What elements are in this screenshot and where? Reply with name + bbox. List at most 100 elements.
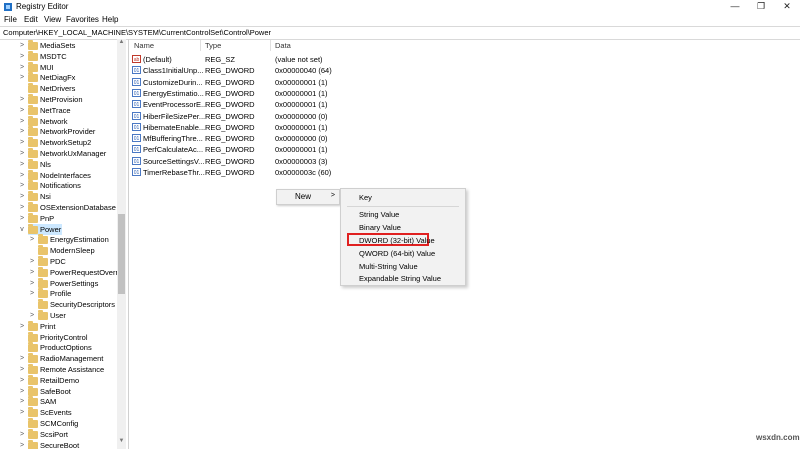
tree-item[interactable]: > SecureBoot (0, 439, 116, 449)
value-row[interactable]: 01 SourceSettingsV... REG_DWORD 0x00000003 … (130, 156, 350, 167)
tree-item[interactable]: > NetTrace (0, 104, 116, 116)
tree-item[interactable]: > ScsiPort (0, 428, 116, 440)
tree-item[interactable]: > RetailDemo (0, 374, 116, 386)
tree-item[interactable]: > PDC (0, 256, 116, 267)
expand-chevron-right-icon[interactable]: > (18, 353, 26, 364)
expand-chevron-right-icon[interactable]: > (18, 440, 26, 449)
expand-chevron-right-icon[interactable]: > (18, 40, 26, 51)
column-separator[interactable] (200, 40, 201, 51)
tree-item[interactable]: > MediaSets (0, 40, 116, 51)
expand-chevron-right-icon[interactable]: > (18, 137, 26, 148)
expand-chevron-right-icon[interactable]: > (18, 396, 26, 407)
tree-item[interactable]: ModernSleep (0, 245, 116, 256)
address-bar[interactable]: Computer\HKEY_LOCAL_MACHINE\SYSTEM\Curre… (0, 26, 800, 40)
expand-chevron-right-icon[interactable]: > (18, 170, 26, 181)
value-row[interactable]: 01 HibernateEnable... REG_DWORD 0x00000001 … (130, 122, 350, 133)
menu-edit[interactable]: Edit (24, 15, 38, 24)
expand-chevron-right-icon[interactable]: > (28, 310, 36, 321)
expand-chevron-right-icon[interactable]: > (28, 278, 36, 289)
tree-item[interactable]: > MUI (0, 61, 116, 73)
tree-item[interactable]: > Nsi (0, 191, 116, 202)
tree-item[interactable]: > EnergyEstimation (0, 234, 116, 245)
tree-item[interactable]: > NetworkUxManager (0, 148, 116, 159)
column-header-type[interactable]: Type (205, 41, 221, 50)
tree-item[interactable]: v Power (20, 223, 62, 235)
tree-item[interactable]: > NodeInterfaces (0, 169, 116, 181)
expand-chevron-right-icon[interactable]: > (18, 213, 26, 224)
tree-item[interactable]: > Print (0, 320, 116, 332)
menu-view[interactable]: View (44, 15, 61, 24)
restore-button[interactable]: ❐ (748, 0, 774, 14)
expand-chevron-right-icon[interactable]: > (18, 72, 26, 83)
tree-item[interactable]: > User (0, 310, 116, 321)
menu-favorites[interactable]: Favorites (66, 15, 99, 24)
tree-item[interactable]: > OSExtensionDatabase (0, 202, 116, 213)
tree-item[interactable]: > PnP (0, 212, 116, 224)
menu-item-dword-value[interactable]: DWORD (32-bit) Value (359, 236, 435, 245)
tree-item[interactable]: > MSDTC (0, 50, 116, 62)
value-row[interactable]: 01 EnergyEstimatio... REG_DWORD 0x00000001 … (130, 88, 350, 99)
menu-item-qword-value[interactable]: QWORD (64-bit) Value (359, 249, 435, 258)
expand-chevron-right-icon[interactable]: > (18, 126, 26, 137)
menu-item-string-value[interactable]: String Value (359, 210, 399, 219)
tree-item[interactable]: SecurityDescriptors (0, 299, 116, 310)
menu-file[interactable]: File (4, 15, 17, 24)
tree-item[interactable]: > Remote Assistance (0, 364, 116, 375)
tree-item[interactable]: > Network (0, 115, 116, 127)
expand-chevron-right-icon[interactable]: > (18, 116, 26, 127)
expand-chevron-right-icon[interactable]: > (18, 105, 26, 116)
tree-item[interactable]: > NetDiagFx (0, 72, 116, 83)
expand-chevron-right-icon[interactable]: > (18, 180, 26, 191)
tree-item[interactable]: > RadioManagement (0, 353, 116, 364)
minimize-button[interactable]: — (722, 0, 748, 14)
menu-item-new[interactable]: New (295, 192, 311, 201)
expand-chevron-right-icon[interactable]: > (28, 234, 36, 245)
column-header-data[interactable]: Data (275, 41, 291, 50)
value-row[interactable]: 01 PerfCalculateAc... REG_DWORD 0x00000001 … (130, 144, 350, 155)
tree-item[interactable]: > PowerSettings (0, 277, 116, 289)
menu-item-binary-value[interactable]: Binary Value (359, 223, 401, 232)
column-separator[interactable] (270, 40, 271, 51)
expand-chevron-right-icon[interactable]: > (18, 148, 26, 159)
tree-item[interactable]: > NetProvision (0, 94, 116, 105)
scroll-down-arrow-icon[interactable]: ▼ (117, 438, 126, 447)
expand-chevron-right-icon[interactable]: > (18, 364, 26, 375)
tree-item[interactable]: > PowerRequestOverrid (0, 266, 124, 278)
tree-scrollbar-thumb[interactable] (118, 214, 125, 294)
tree-item[interactable]: > Profile (0, 288, 116, 299)
value-row[interactable]: 01 EventProcessorE... REG_DWORD 0x00000001 … (130, 99, 350, 110)
value-row[interactable]: ab (Default) REG_SZ (value not set) (130, 54, 350, 65)
expand-chevron-down-icon[interactable]: v (18, 224, 26, 235)
expand-chevron-right-icon[interactable]: > (18, 386, 26, 397)
expand-chevron-right-icon[interactable]: > (18, 407, 26, 418)
expand-chevron-right-icon[interactable]: > (18, 202, 26, 213)
value-row[interactable]: 01 HiberFileSizePer... REG_DWORD 0x00000000… (130, 111, 350, 122)
value-row[interactable]: 01 TimerRebaseThr... REG_DWORD 0x0000003c (… (130, 167, 350, 178)
expand-chevron-right-icon[interactable]: > (28, 256, 36, 267)
menu-item-key[interactable]: Key (359, 193, 372, 202)
tree-item[interactable]: > Nls (0, 158, 116, 170)
tree-item[interactable]: PriorityControl (0, 331, 116, 343)
menu-help[interactable]: Help (102, 15, 118, 24)
expand-chevron-right-icon[interactable]: > (28, 288, 36, 299)
expand-chevron-right-icon[interactable]: > (18, 94, 26, 105)
tree-item[interactable]: > ScEvents (0, 407, 116, 418)
expand-chevron-right-icon[interactable]: > (18, 321, 26, 332)
expand-chevron-right-icon[interactable]: > (18, 159, 26, 170)
scroll-up-arrow-icon[interactable]: ▲ (117, 39, 126, 48)
tree-item[interactable]: > NetworkSetup2 (0, 137, 116, 148)
menu-item-multi-string-value[interactable]: Multi-String Value (359, 262, 418, 271)
tree-item[interactable]: > NetworkProvider (0, 126, 116, 137)
tree-item[interactable]: ProductOptions (0, 342, 116, 353)
tree-item[interactable]: > SAM (0, 396, 116, 407)
tree-item[interactable]: NetDrivers (0, 83, 116, 94)
expand-chevron-right-icon[interactable]: > (18, 51, 26, 62)
expand-chevron-right-icon[interactable]: > (28, 267, 36, 278)
column-header-name[interactable]: Name (134, 41, 154, 50)
tree-item[interactable]: SCMConfig (0, 418, 116, 429)
address-path[interactable]: Computer\HKEY_LOCAL_MACHINE\SYSTEM\Curre… (3, 28, 271, 37)
tree-item[interactable]: > Notifications (0, 180, 116, 191)
menu-item-expandable-string-value[interactable]: Expandable String Value (359, 274, 441, 283)
value-row[interactable]: 01 Class1InitialUnp... REG_DWORD 0x00000040… (130, 65, 350, 76)
expand-chevron-right-icon[interactable]: > (18, 375, 26, 386)
